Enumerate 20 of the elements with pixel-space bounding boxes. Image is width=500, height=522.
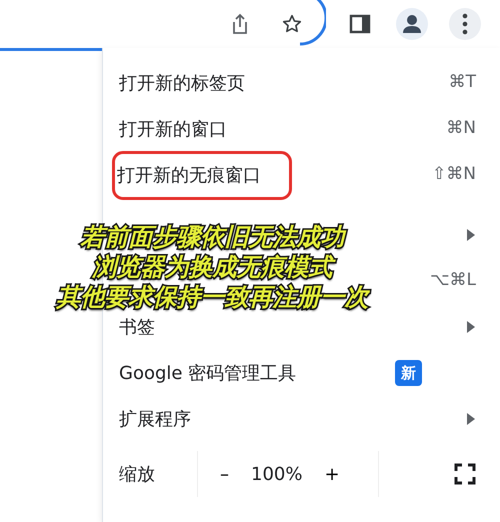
zoom-label: 缩放 [118,462,156,486]
shortcut-text: ⌘T [448,71,476,94]
zoom-out-button[interactable]: – [212,460,237,488]
caption-line: 其他要求保持一致再注册一次 [56,282,368,312]
shortcut-text: ⌘N [446,117,476,140]
shortcut-text: ⌥⌘L [430,269,476,292]
menu-item[interactable]: Google 密码管理工具 [117,360,298,386]
highlighted-menu-item[interactable]: 打开新的无痕窗口 [115,154,289,196]
menu-item[interactable]: 打开新的标签页 [117,70,247,96]
menu-item[interactable]: 打开新的窗口 [117,116,229,142]
menu-item[interactable]: 扩展程序 [117,406,193,432]
zoom-level: 100% [251,462,302,486]
new-badge: 新 [395,360,422,386]
zoom-in-button[interactable]: + [316,460,348,488]
caption-line: 若前面步骤依旧无法成功 [80,222,344,252]
shortcut-text: ⇧⌘N [432,163,476,186]
fullscreen-icon[interactable] [454,463,476,485]
menu-item[interactable]: 书签 [117,314,157,340]
profile-icon[interactable] [396,8,428,40]
menu-icon[interactable] [449,8,481,40]
